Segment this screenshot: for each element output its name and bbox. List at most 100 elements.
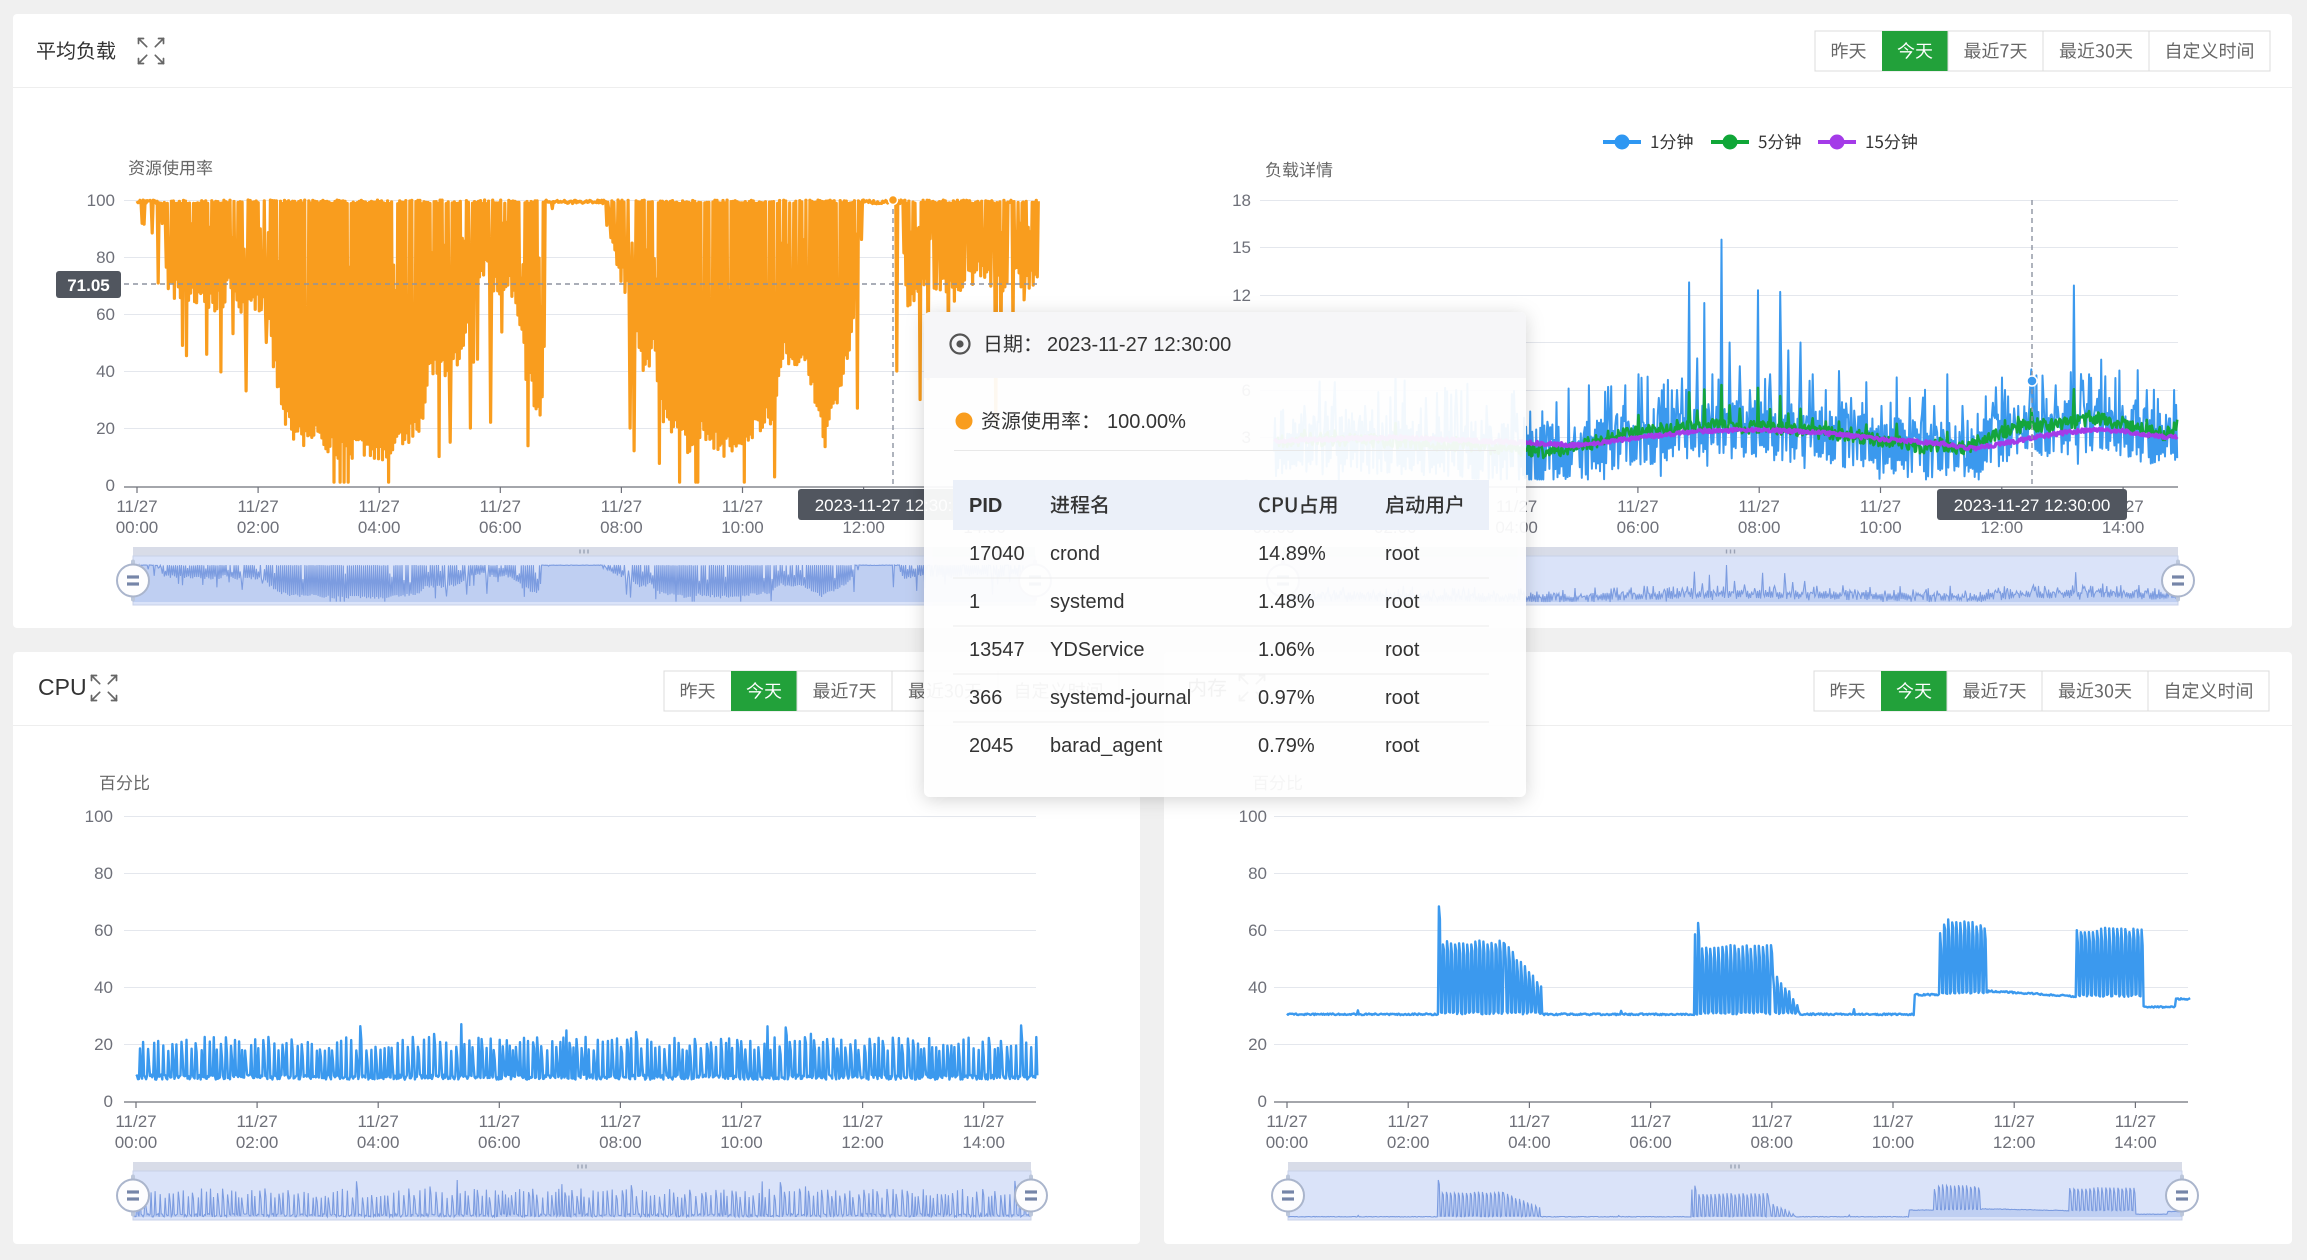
svg-text:11/27: 11/27 xyxy=(1994,1112,2035,1131)
svg-text:PID: PID xyxy=(969,495,1002,517)
svg-text:11/27: 11/27 xyxy=(116,497,157,516)
svg-text:40: 40 xyxy=(94,978,113,997)
svg-text:08:00: 08:00 xyxy=(1751,1133,1794,1152)
svg-text:11/27: 11/27 xyxy=(1860,497,1901,516)
svg-text:11/27: 11/27 xyxy=(358,1112,399,1131)
svg-text:11/27: 11/27 xyxy=(359,497,400,516)
svg-text:root: root xyxy=(1385,543,1420,565)
svg-text:root: root xyxy=(1385,591,1420,613)
svg-text:11/27: 11/27 xyxy=(1509,1112,1550,1131)
svg-text:06:00: 06:00 xyxy=(479,518,522,537)
svg-text:1.48%: 1.48% xyxy=(1258,591,1315,613)
svg-text:06:00: 06:00 xyxy=(1629,1133,1672,1152)
svg-text:11/27: 11/27 xyxy=(236,1112,277,1131)
svg-text:11/27: 11/27 xyxy=(1266,1112,1307,1131)
svg-text:12:00: 12:00 xyxy=(1993,1133,2036,1152)
svg-text:0: 0 xyxy=(1258,1092,1267,1111)
svg-text:root: root xyxy=(1385,687,1420,709)
svg-text:15: 15 xyxy=(1232,238,1251,257)
svg-text:11/27: 11/27 xyxy=(2115,1112,2156,1131)
svg-text:366: 366 xyxy=(969,687,1002,709)
svg-text:1.06%: 1.06% xyxy=(1258,639,1315,661)
svg-text:06:00: 06:00 xyxy=(478,1133,521,1152)
svg-text:CPU: CPU xyxy=(38,674,87,700)
svg-text:11/27: 11/27 xyxy=(479,1112,520,1131)
svg-text:11/27: 11/27 xyxy=(480,497,521,516)
svg-text:08:00: 08:00 xyxy=(599,1133,642,1152)
svg-text:13547: 13547 xyxy=(969,639,1025,661)
svg-text:04:00: 04:00 xyxy=(358,518,401,537)
svg-text:71.05: 71.05 xyxy=(67,276,110,295)
svg-text:systemd-journal: systemd-journal xyxy=(1050,687,1191,709)
svg-text:11/27: 11/27 xyxy=(1388,1112,1429,1131)
svg-text:14.89%: 14.89% xyxy=(1258,543,1326,565)
svg-text:12:00: 12:00 xyxy=(841,1133,884,1152)
svg-text:12:00: 12:00 xyxy=(1981,518,2024,537)
svg-text:2023-11-27 12:30:00: 2023-11-27 12:30:00 xyxy=(1954,496,2111,515)
svg-text:11/27: 11/27 xyxy=(1872,1112,1913,1131)
svg-text:11/27: 11/27 xyxy=(237,497,278,516)
svg-text:02:00: 02:00 xyxy=(1387,1133,1430,1152)
svg-text:systemd: systemd xyxy=(1050,591,1124,613)
svg-text:11/27: 11/27 xyxy=(601,497,642,516)
svg-text:60: 60 xyxy=(96,305,115,324)
svg-text:80: 80 xyxy=(96,248,115,267)
svg-text:80: 80 xyxy=(94,864,113,883)
svg-text:08:00: 08:00 xyxy=(600,518,643,537)
svg-text:2023-11-27 12:30:00: 2023-11-27 12:30:00 xyxy=(1047,334,1231,356)
svg-text:10:00: 10:00 xyxy=(720,1133,763,1152)
svg-text:root: root xyxy=(1385,639,1420,661)
svg-text:100.00%: 100.00% xyxy=(1107,411,1186,433)
svg-text:10:00: 10:00 xyxy=(1872,1133,1915,1152)
svg-text:0: 0 xyxy=(104,1092,113,1111)
svg-text:80: 80 xyxy=(1248,864,1267,883)
svg-text:00:00: 00:00 xyxy=(116,518,159,537)
svg-text:60: 60 xyxy=(1248,921,1267,940)
svg-text:20: 20 xyxy=(96,419,115,438)
svg-text:100: 100 xyxy=(87,191,115,210)
svg-text:12:00: 12:00 xyxy=(842,518,885,537)
svg-text:11/27: 11/27 xyxy=(842,1112,883,1131)
svg-text:11/27: 11/27 xyxy=(600,1112,641,1131)
svg-text:barad_agent: barad_agent xyxy=(1050,735,1163,757)
svg-text:17040: 17040 xyxy=(969,543,1025,565)
svg-text:11/27: 11/27 xyxy=(1739,497,1780,516)
svg-text:1: 1 xyxy=(969,591,980,613)
svg-text:11/27: 11/27 xyxy=(1630,1112,1671,1131)
svg-text:11/27: 11/27 xyxy=(1751,1112,1792,1131)
svg-text:02:00: 02:00 xyxy=(236,1133,279,1152)
svg-text:11/27: 11/27 xyxy=(722,497,763,516)
svg-text:14:00: 14:00 xyxy=(2102,518,2145,537)
svg-text:08:00: 08:00 xyxy=(1738,518,1781,537)
svg-text:00:00: 00:00 xyxy=(1266,1133,1309,1152)
svg-text:12: 12 xyxy=(1232,286,1251,305)
svg-text:11/27: 11/27 xyxy=(1617,497,1658,516)
svg-text:2045: 2045 xyxy=(969,735,1014,757)
svg-text:40: 40 xyxy=(96,362,115,381)
svg-text:0.97%: 0.97% xyxy=(1258,687,1315,709)
svg-text:100: 100 xyxy=(85,807,113,826)
svg-text:14:00: 14:00 xyxy=(2114,1133,2157,1152)
svg-text:60: 60 xyxy=(94,921,113,940)
svg-text:10:00: 10:00 xyxy=(721,518,764,537)
svg-text:100: 100 xyxy=(1239,807,1267,826)
svg-text:06:00: 06:00 xyxy=(1617,518,1660,537)
svg-text:11/27: 11/27 xyxy=(963,1112,1004,1131)
svg-text:0: 0 xyxy=(106,476,115,495)
svg-text:11/27: 11/27 xyxy=(115,1112,156,1131)
svg-text:40: 40 xyxy=(1248,978,1267,997)
svg-text:11/27: 11/27 xyxy=(721,1112,762,1131)
svg-text:20: 20 xyxy=(1248,1035,1267,1054)
svg-text:0.79%: 0.79% xyxy=(1258,735,1315,757)
svg-text:00:00: 00:00 xyxy=(115,1133,158,1152)
svg-text:20: 20 xyxy=(94,1035,113,1054)
svg-text:04:00: 04:00 xyxy=(1508,1133,1551,1152)
svg-text:02:00: 02:00 xyxy=(237,518,280,537)
svg-text:18: 18 xyxy=(1232,191,1251,210)
svg-text:root: root xyxy=(1385,735,1420,757)
svg-text:14:00: 14:00 xyxy=(962,1133,1005,1152)
svg-text:crond: crond xyxy=(1050,543,1100,565)
svg-text:YDService: YDService xyxy=(1050,639,1144,661)
svg-text:10:00: 10:00 xyxy=(1859,518,1902,537)
svg-text:04:00: 04:00 xyxy=(357,1133,400,1152)
